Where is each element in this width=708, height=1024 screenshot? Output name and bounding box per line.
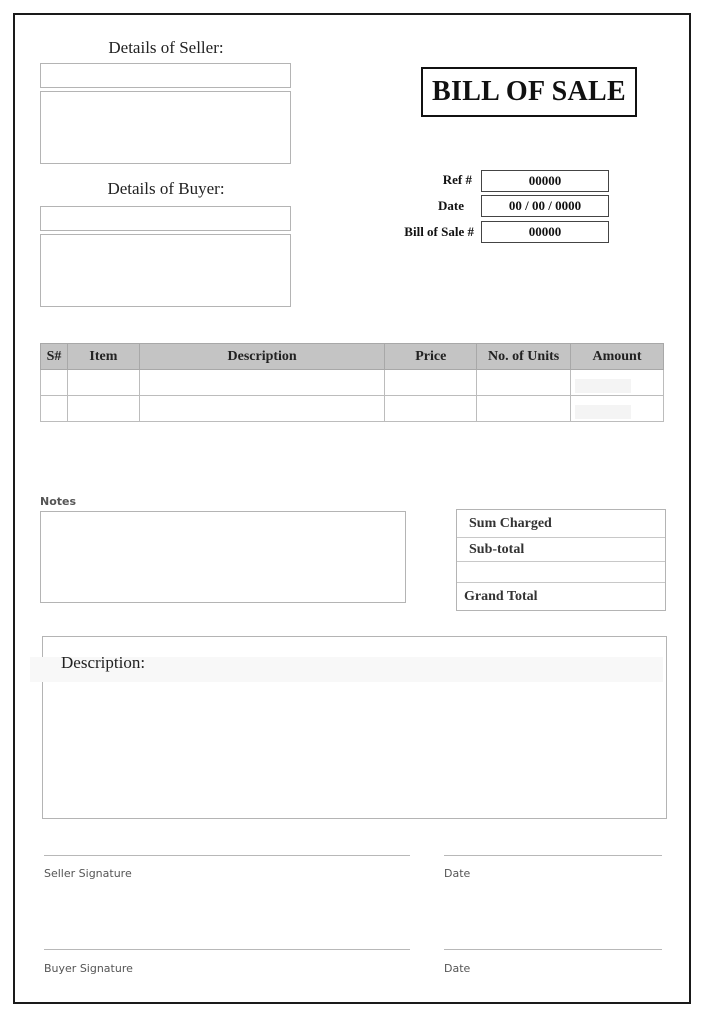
- cell-description[interactable]: [138, 369, 386, 396]
- summary-row-subtotal[interactable]: Sub-total: [457, 538, 665, 562]
- date-label: Date: [438, 198, 464, 213]
- date-field[interactable]: 00 / 00 / 0000: [481, 195, 609, 217]
- column-header-price: Price: [384, 343, 478, 370]
- cell-serial[interactable]: [40, 369, 68, 396]
- document-title: BILL OF SALE: [421, 67, 637, 117]
- cell-description[interactable]: [138, 395, 386, 422]
- cell-serial[interactable]: [40, 395, 68, 422]
- cell-amount[interactable]: [570, 395, 664, 422]
- seller-date-label: Date: [444, 867, 471, 880]
- subtotal-label: Sub-total: [469, 541, 525, 557]
- column-header-serial: S#: [40, 343, 68, 370]
- column-header-amount: Amount: [570, 343, 664, 370]
- table-header-row: S# Item Description Price No. of Units A…: [40, 343, 664, 370]
- seller-name-field[interactable]: [40, 63, 291, 88]
- items-table: S# Item Description Price No. of Units A…: [40, 343, 664, 422]
- table-row: [40, 369, 664, 396]
- column-header-item: Item: [66, 343, 140, 370]
- seller-date-line[interactable]: [444, 855, 662, 856]
- seller-signature-line[interactable]: [44, 855, 410, 856]
- buyer-date-label: Date: [444, 962, 471, 975]
- grand-total-label: Grand Total: [464, 588, 538, 604]
- buyer-date-line[interactable]: [444, 949, 662, 950]
- buyer-name-field[interactable]: [40, 206, 291, 231]
- column-header-units: No. of Units: [476, 343, 572, 370]
- amount-field[interactable]: [575, 378, 632, 393]
- bill-number-field[interactable]: 00000: [481, 221, 609, 243]
- seller-address-field[interactable]: [40, 91, 291, 164]
- buyer-address-field[interactable]: [40, 234, 291, 307]
- bill-number-label: Bill of Sale #: [404, 224, 474, 239]
- cell-units[interactable]: [476, 395, 572, 422]
- cell-price[interactable]: [384, 395, 478, 422]
- amount-field[interactable]: [575, 404, 632, 419]
- ref-field[interactable]: 00000: [481, 170, 609, 192]
- table-row: [40, 395, 664, 422]
- notes-label: Notes: [40, 495, 77, 508]
- seller-signature-label: Seller Signature: [44, 867, 132, 880]
- notes-field[interactable]: [40, 511, 406, 603]
- summary-row-sum-charged[interactable]: Sum Charged: [457, 510, 665, 538]
- ref-label: Ref #: [442, 172, 472, 187]
- cell-item[interactable]: [66, 369, 140, 396]
- buyer-heading: Details of Buyer:: [107, 179, 225, 198]
- description-label: Description:: [61, 653, 146, 672]
- buyer-signature-label: Buyer Signature: [44, 962, 133, 975]
- buyer-signature-line[interactable]: [44, 949, 410, 950]
- column-header-description: Description: [138, 343, 386, 370]
- summary-row-grand-total[interactable]: Grand Total: [457, 583, 665, 610]
- cell-item[interactable]: [66, 395, 140, 422]
- cell-price[interactable]: [384, 369, 478, 396]
- summary-row-blank[interactable]: [457, 562, 665, 583]
- cell-units[interactable]: [476, 369, 572, 396]
- cell-amount[interactable]: [570, 369, 664, 396]
- sum-charged-label: Sum Charged: [469, 515, 552, 531]
- seller-heading: Details of Seller:: [108, 38, 224, 57]
- summary-box: Sum Charged Sub-total Grand Total: [456, 509, 666, 611]
